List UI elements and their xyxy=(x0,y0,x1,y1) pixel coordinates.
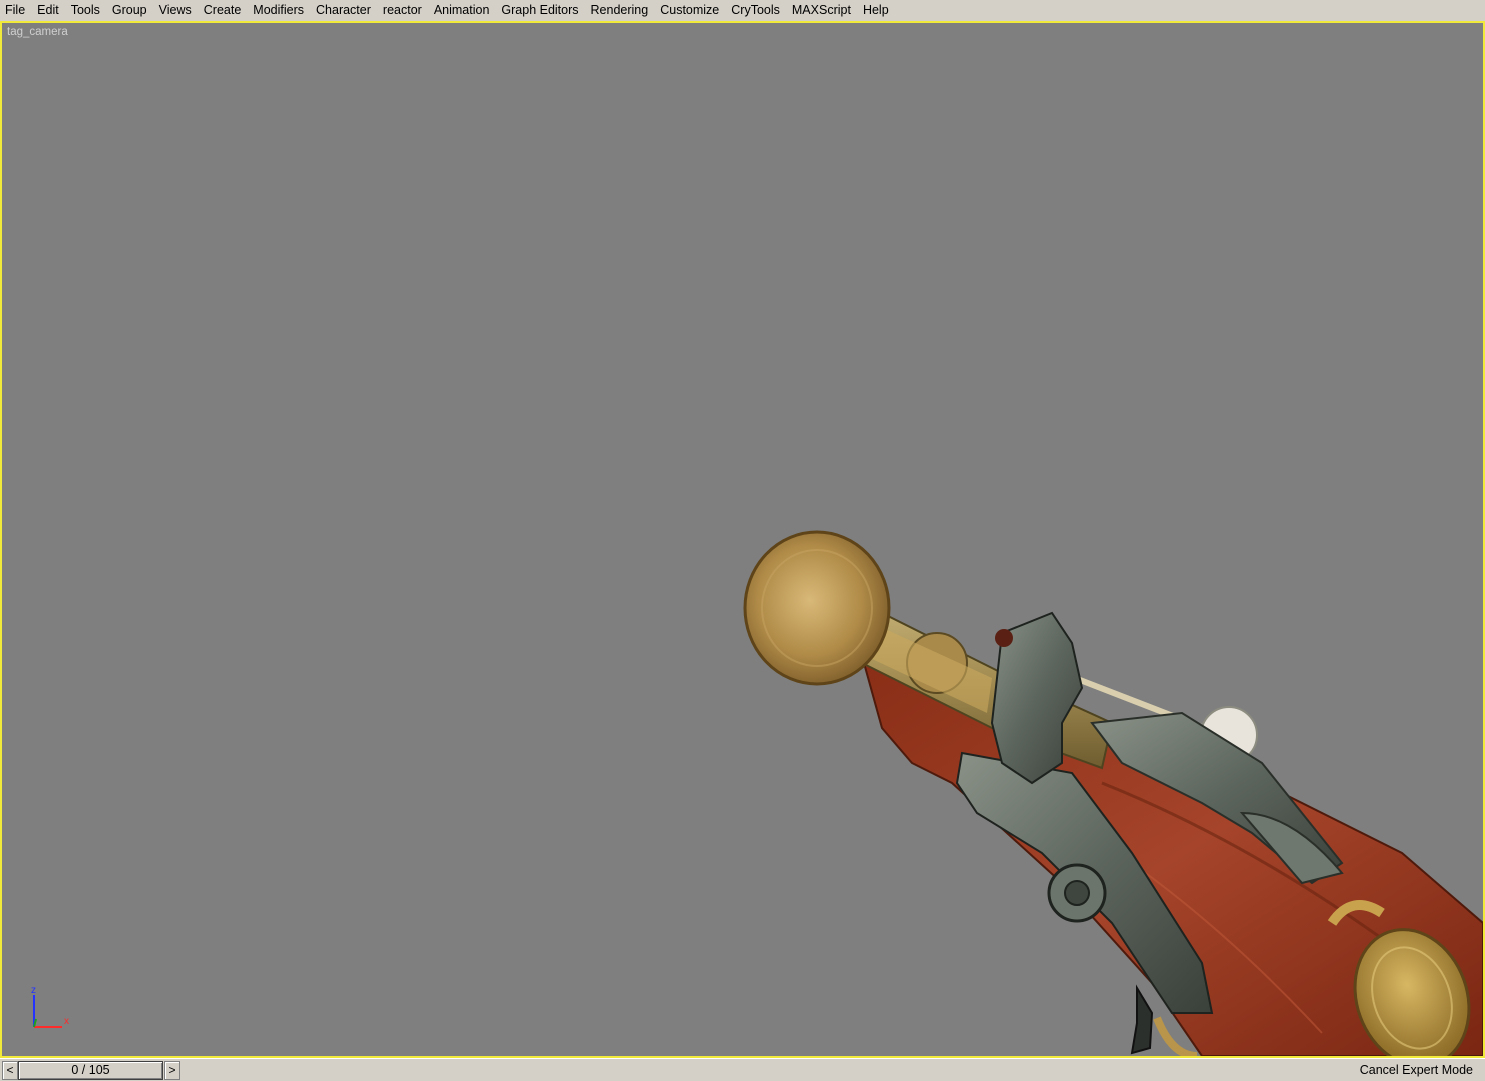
menu-views[interactable]: Views xyxy=(153,0,198,21)
menu-maxscript[interactable]: MAXScript xyxy=(786,0,857,21)
camera-viewport[interactable]: tag_camera z x xyxy=(0,21,1485,1058)
time-slider[interactable]: 0 / 105 xyxy=(18,1061,163,1080)
menu-reactor[interactable]: reactor xyxy=(377,0,428,21)
menu-customize[interactable]: Customize xyxy=(654,0,725,21)
flintlock-pistol-model xyxy=(743,530,1483,1056)
timeline-next-button[interactable]: > xyxy=(164,1061,180,1080)
menu-file[interactable]: File xyxy=(0,0,31,21)
menu-tools[interactable]: Tools xyxy=(65,0,106,21)
cancel-expert-mode-button[interactable]: Cancel Expert Mode xyxy=(1360,1061,1473,1079)
menu-create[interactable]: Create xyxy=(198,0,248,21)
timeline-prev-button[interactable]: < xyxy=(2,1061,18,1080)
menu-crytools[interactable]: CryTools xyxy=(725,0,786,21)
menu-help[interactable]: Help xyxy=(857,0,895,21)
menu-bar: File Edit Tools Group Views Create Modif… xyxy=(0,0,1485,21)
menu-character[interactable]: Character xyxy=(310,0,377,21)
trigger-shape xyxy=(1130,984,1154,1055)
menu-edit[interactable]: Edit xyxy=(31,0,65,21)
timeline-bar: < 0 / 105 > Cancel Expert Mode xyxy=(0,1058,1485,1081)
axis-x-label: x xyxy=(64,1016,69,1027)
menu-modifiers[interactable]: Modifiers xyxy=(247,0,310,21)
axis-tripod-icon: z x xyxy=(31,985,69,1028)
menu-rendering[interactable]: Rendering xyxy=(585,0,655,21)
menu-graph-editors[interactable]: Graph Editors xyxy=(495,0,584,21)
axis-z-label: z xyxy=(31,985,36,996)
menu-animation[interactable]: Animation xyxy=(428,0,496,21)
menu-group[interactable]: Group xyxy=(106,0,153,21)
muzzle-bell xyxy=(743,530,891,686)
